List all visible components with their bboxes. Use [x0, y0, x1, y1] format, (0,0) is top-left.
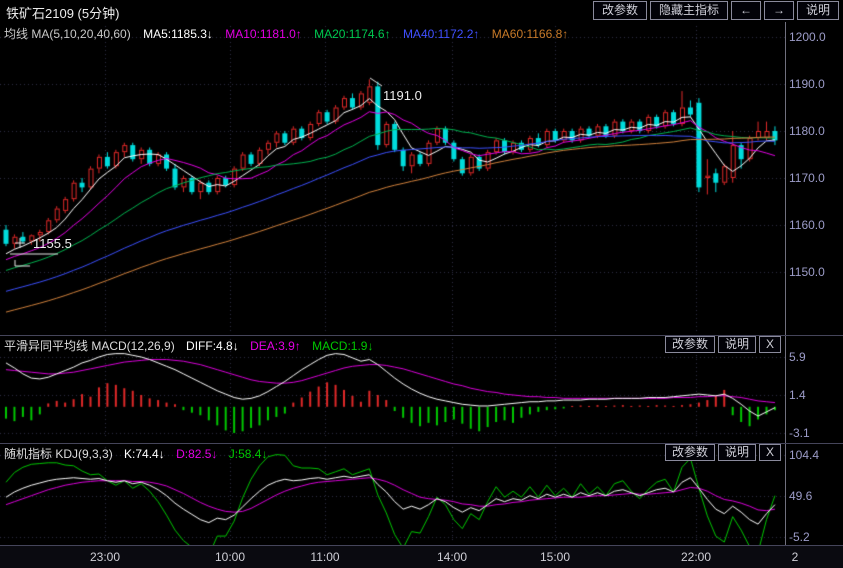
price-axis-label: 1190.0: [789, 77, 825, 91]
ma40-label: MA40:1172.2↑: [403, 27, 480, 41]
kdj-axis-label: 49.6: [789, 489, 812, 503]
high-price-annotation: 1191.0: [383, 88, 422, 103]
ma-legend-prefix: 均线 MA(5,10,20,40,60): [4, 27, 131, 41]
d-label: D:82.5↓: [176, 447, 217, 461]
time-label: 11:00: [310, 550, 339, 564]
kdj-change-params-button[interactable]: 改参数: [665, 444, 715, 461]
dea-label: DEA:3.9↑: [250, 339, 301, 353]
kdj-buttons: 改参数 说明 X: [665, 444, 781, 461]
ma-legend: 均线 MA(5,10,20,40,60) MA5:1185.3↓ MA10:11…: [4, 25, 577, 42]
time-label: 2: [792, 550, 799, 564]
kdj-header: 随机指标 KDJ(9,3,3) K:74.4↓ D:82.5↓ J:58.4↓: [4, 445, 275, 462]
price-axis-label: 1180.0: [789, 124, 825, 138]
y-axis-line: [785, 22, 786, 545]
price-axis-label: 1150.0: [789, 265, 825, 279]
ma60-label: MA60:1166.8↑: [492, 27, 569, 41]
topbar: 铁矿石2109 (5分钟) 改参数 隐藏主指标 ← → 说明: [0, 0, 843, 22]
price-axis-label: 1200.0: [789, 30, 826, 44]
help-button[interactable]: 说明: [797, 1, 839, 20]
ma5-label: MA5:1185.3↓: [143, 27, 213, 41]
change-params-button[interactable]: 改参数: [593, 1, 647, 20]
arrow-right-button[interactable]: →: [764, 1, 794, 20]
arrow-left-button[interactable]: ←: [731, 1, 761, 20]
kdj-axis-label: 104.4: [789, 448, 819, 462]
price-axis-label: 1170.0: [789, 171, 825, 185]
macd-change-params-button[interactable]: 改参数: [665, 336, 715, 353]
macd-close-button[interactable]: X: [759, 336, 781, 353]
macd-axis-label: 5.9: [789, 350, 806, 364]
kdj-axis-label: -5.2: [789, 530, 810, 544]
ma20-label: MA20:1174.6↑: [314, 27, 391, 41]
macd-help-button[interactable]: 说明: [718, 336, 756, 353]
chart-title: 铁矿石2109 (5分钟): [6, 3, 119, 22]
trading-app-window: 铁矿石2109 (5分钟) 改参数 隐藏主指标 ← → 说明 均线 MA(5,1…: [0, 0, 843, 568]
macd-header: 平滑异同平均线 MACD(12,26,9) DIFF:4.8↓ DEA:3.9↑…: [4, 337, 381, 354]
main-chart-canvas[interactable]: [0, 22, 843, 335]
kdj-close-button[interactable]: X: [759, 444, 781, 461]
kdj-help-button[interactable]: 说明: [718, 444, 756, 461]
time-label: 15:00: [540, 550, 570, 564]
hide-main-indicator-button[interactable]: 隐藏主指标: [650, 1, 728, 20]
price-axis-label: 1160.0: [789, 218, 825, 232]
time-label: 10:00: [215, 550, 245, 564]
diff-label: DIFF:4.8↓: [186, 339, 239, 353]
j-label: J:58.4↓: [229, 447, 268, 461]
macd-panel-title: 平滑异同平均线 MACD(12,26,9): [4, 339, 175, 353]
time-label: 22:00: [681, 550, 711, 564]
ma10-label: MA10:1181.0↑: [225, 27, 302, 41]
k-label: K:74.4↓: [124, 447, 165, 461]
macd-buttons: 改参数 说明 X: [665, 336, 781, 353]
time-axis-bar: 23:00 10:00 11:00 14:00 15:00 22:00 2: [0, 546, 843, 568]
topbar-buttons: 改参数 隐藏主指标 ← → 说明: [593, 1, 839, 20]
macd-label: MACD:1.9↓: [312, 339, 373, 353]
time-label: 14:00: [437, 550, 467, 564]
time-label: 23:00: [90, 550, 120, 564]
low-price-annotation: 1155.5: [33, 236, 72, 251]
macd-axis-label: 1.4: [789, 388, 806, 402]
macd-axis-label: -3.1: [789, 426, 810, 440]
kdj-panel-title: 随机指标 KDJ(9,3,3): [4, 447, 113, 461]
